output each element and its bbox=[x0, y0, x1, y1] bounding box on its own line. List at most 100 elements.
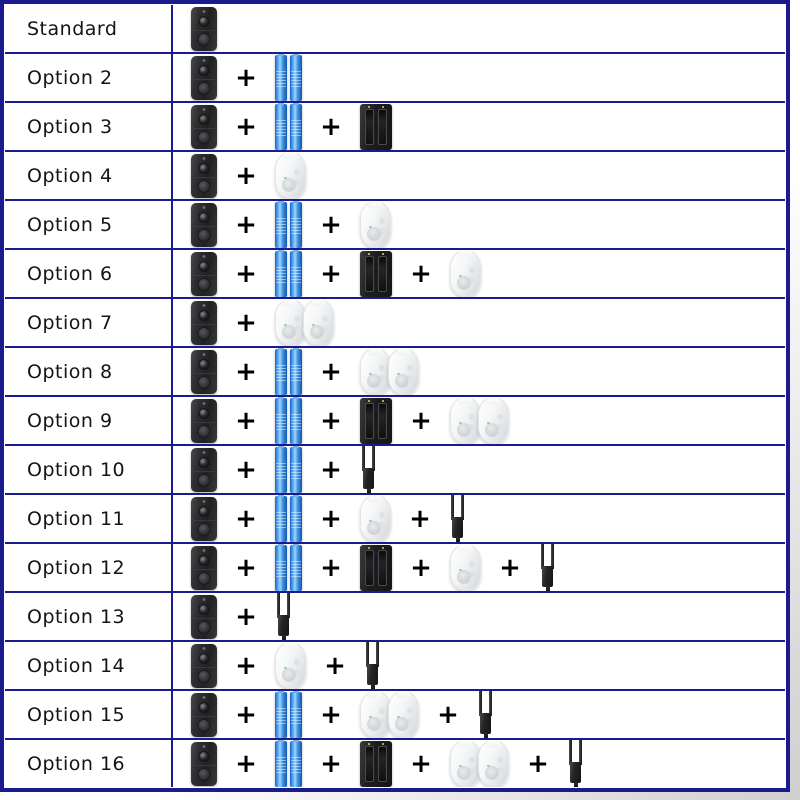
product-rechargeable-battery-pair bbox=[275, 544, 302, 591]
mount-tip bbox=[545, 585, 550, 591]
chime-unit bbox=[275, 299, 306, 346]
plus-separator: + bbox=[320, 356, 342, 387]
plus-separator: + bbox=[320, 405, 342, 436]
chime-volume-button bbox=[294, 316, 300, 322]
chime-unit bbox=[388, 691, 419, 738]
product-video-doorbell-camera bbox=[191, 55, 217, 100]
chime-speaker-icon bbox=[457, 423, 471, 437]
chime-top-cap bbox=[458, 250, 473, 257]
microphone-icon bbox=[202, 598, 206, 601]
mount-body bbox=[367, 663, 378, 685]
mount-body bbox=[278, 614, 289, 636]
chime-speaker-icon bbox=[367, 717, 381, 731]
option-label-cell: Option 11 bbox=[5, 495, 173, 542]
product-rechargeable-battery-pair bbox=[275, 397, 302, 444]
mount-prong bbox=[489, 691, 492, 716]
option-label-cell: Option 9 bbox=[5, 397, 173, 444]
chime-volume-button bbox=[379, 708, 385, 714]
doorbell-button-icon bbox=[197, 277, 211, 291]
chime-speaker-icon bbox=[485, 766, 499, 780]
option-items-cell: + + + + bbox=[173, 740, 785, 787]
plus-separator: + bbox=[235, 454, 257, 485]
mount-body bbox=[363, 467, 374, 489]
plus-separator: + bbox=[235, 503, 257, 534]
chime-top-cap bbox=[486, 740, 501, 747]
charger-led-icon bbox=[382, 546, 384, 549]
seam-line bbox=[193, 225, 215, 227]
plus-separator: + bbox=[235, 601, 257, 632]
battery-cell bbox=[275, 103, 287, 150]
product-video-doorbell-camera bbox=[191, 398, 217, 443]
seam-line bbox=[193, 78, 215, 80]
seam-line bbox=[193, 421, 215, 423]
product-video-doorbell-camera bbox=[191, 643, 217, 688]
product-dual-bay-battery-charger bbox=[360, 103, 392, 150]
table-row: Option 13 + bbox=[5, 593, 785, 642]
seam-line bbox=[193, 568, 215, 570]
product-angle-mount-bracket bbox=[449, 495, 466, 542]
chime-volume-button bbox=[294, 659, 300, 665]
camera-lens-icon bbox=[198, 554, 210, 566]
chime-unit bbox=[478, 397, 509, 444]
option-label-cell: Option 16 bbox=[5, 740, 173, 787]
battery-cell bbox=[290, 740, 302, 787]
option-label-cell: Option 14 bbox=[5, 642, 173, 689]
mount-prong bbox=[376, 642, 379, 667]
product-video-doorbell-camera bbox=[191, 6, 217, 51]
table-row: Option 2 + bbox=[5, 54, 785, 103]
chime-unit bbox=[360, 348, 391, 395]
option-label-cell: Option 10 bbox=[5, 446, 173, 493]
microphone-icon bbox=[202, 402, 206, 405]
plus-separator: + bbox=[320, 258, 342, 289]
doorbell-button-icon bbox=[197, 424, 211, 438]
mount-prong bbox=[551, 544, 554, 569]
product-rechargeable-battery-pair bbox=[275, 103, 302, 150]
option-items-cell: + bbox=[173, 593, 785, 640]
chime-unit bbox=[360, 495, 391, 542]
chime-volume-button bbox=[322, 316, 328, 322]
option-items-cell: + + bbox=[173, 642, 785, 689]
chime-unit bbox=[275, 642, 306, 689]
table-row: Option 6 + + + bbox=[5, 250, 785, 299]
battery-cell bbox=[275, 446, 287, 493]
option-items-cell: + bbox=[173, 299, 785, 346]
plus-separator: + bbox=[527, 748, 549, 779]
chime-speaker-icon bbox=[367, 227, 381, 241]
plus-separator: + bbox=[235, 62, 257, 93]
mount-prong bbox=[277, 593, 280, 618]
product-dual-bay-battery-charger bbox=[360, 740, 392, 787]
plus-separator: + bbox=[320, 454, 342, 485]
camera-lens-icon bbox=[198, 456, 210, 468]
chime-unit bbox=[450, 740, 481, 787]
battery-cell bbox=[275, 348, 287, 395]
option-label-cell: Option 13 bbox=[5, 593, 173, 640]
charger-led-icon bbox=[368, 399, 370, 402]
product-video-doorbell-camera bbox=[191, 349, 217, 394]
product-angle-mount-bracket bbox=[539, 544, 556, 591]
table-row: Option 4 + bbox=[5, 152, 785, 201]
plus-separator: + bbox=[410, 748, 432, 779]
microphone-icon bbox=[202, 206, 206, 209]
chime-speaker-icon bbox=[485, 423, 499, 437]
seam-line bbox=[193, 666, 215, 668]
chime-volume-button bbox=[469, 267, 475, 273]
option-items-cell: + bbox=[173, 152, 785, 199]
seam-line bbox=[193, 274, 215, 276]
product-video-doorbell-camera bbox=[191, 153, 217, 198]
plus-separator: + bbox=[235, 552, 257, 583]
chime-speaker-icon bbox=[457, 276, 471, 290]
plus-separator: + bbox=[235, 209, 257, 240]
mount-prong bbox=[541, 544, 544, 569]
option-label-cell: Option 4 bbox=[5, 152, 173, 199]
chime-top-cap bbox=[458, 740, 473, 747]
chime-top-cap bbox=[396, 348, 411, 355]
plus-separator: + bbox=[320, 748, 342, 779]
chime-volume-button bbox=[407, 708, 413, 714]
product-wireless-chime-receiver bbox=[450, 544, 481, 591]
product-rechargeable-battery-pair bbox=[275, 54, 302, 101]
option-label-cell: Standard bbox=[5, 5, 173, 52]
chime-unit bbox=[450, 397, 481, 444]
camera-lens-icon bbox=[198, 701, 210, 713]
battery-cell bbox=[290, 495, 302, 542]
chime-volume-button bbox=[379, 365, 385, 371]
